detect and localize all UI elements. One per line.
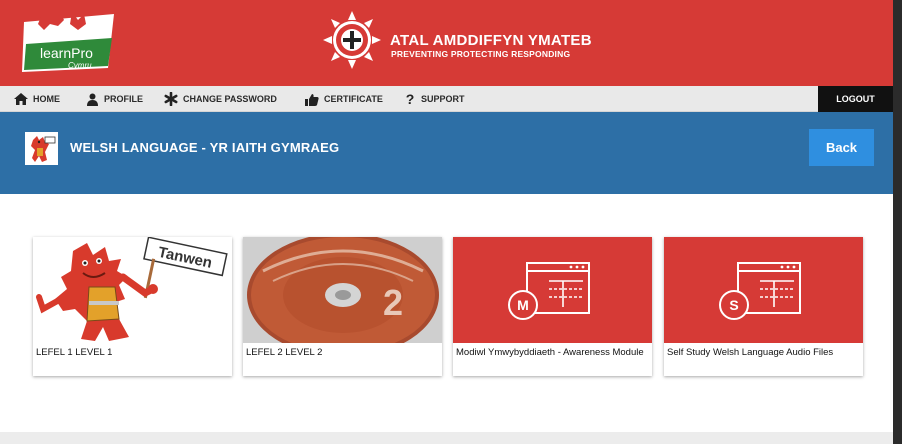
module-m-icon: M [508, 262, 590, 320]
nav-home[interactable]: HOME [14, 86, 60, 112]
svg-text:Cymru: Cymru [68, 61, 92, 70]
dragon-mascot-image: Tanwen [33, 237, 232, 343]
nav-certificate[interactable]: CERTIFICATE [305, 86, 383, 112]
page-title-band: WELSH LANGUAGE - YR IAITH GYMRAEG [0, 112, 893, 194]
question-icon: ? [405, 91, 415, 107]
course-card-level-1[interactable]: Tanwen LEFEL 1 LEVEL 1 [33, 237, 232, 376]
user-icon [87, 93, 98, 106]
nav-bar: HOME PROFILE CHANGE PASSWORD CERTIFICATE… [0, 86, 893, 112]
svg-text:S: S [729, 297, 738, 313]
nav-profile[interactable]: PROFILE [86, 86, 143, 112]
nav-change-password[interactable]: CHANGE PASSWORD [164, 86, 277, 112]
module-icon-tile: M [453, 237, 652, 343]
learnpro-cymru-logo[interactable]: learnPro Cymru [20, 8, 118, 74]
module-s-icon: S [719, 262, 801, 320]
certificate-icon [305, 93, 319, 106]
svg-text:learnPro: learnPro [40, 45, 93, 61]
svg-text:2: 2 [383, 282, 403, 323]
home-icon [14, 93, 28, 105]
page-title: WELSH LANGUAGE - YR IAITH GYMRAEG [70, 140, 340, 155]
app-frame: learnPro Cymru ATAL AMDDIFFYN YMATEB PRE… [0, 0, 893, 444]
module-icon-tile: S [664, 237, 863, 343]
course-card-level-2[interactable]: 2 LEFEL 2 LEVEL 2 [243, 237, 442, 376]
brand-subtitle: PREVENTING PROTECTING RESPONDING [391, 49, 571, 59]
nav-support-label: SUPPORT [421, 94, 465, 104]
footer-strip [0, 432, 893, 444]
course-card-awareness-module[interactable]: M Modiwl Ymwybyddiaeth - Awareness Modul… [453, 237, 652, 376]
card-label: LEFEL 2 LEVEL 2 [246, 347, 323, 358]
cd-disc-image: 2 [243, 237, 442, 343]
nav-change-password-label: CHANGE PASSWORD [183, 94, 277, 104]
card-label: Modiwl Ymwybyddiaeth - Awareness Module [456, 347, 644, 358]
nav-profile-label: PROFILE [104, 94, 144, 104]
course-card-self-study[interactable]: S Self Study Welsh Language Audio Files [664, 237, 863, 376]
nav-support[interactable]: ? SUPPORT [404, 86, 465, 112]
fire-service-crest-icon [322, 10, 382, 70]
top-header: learnPro Cymru ATAL AMDDIFFYN YMATEB PRE… [0, 0, 893, 86]
back-button[interactable]: Back [809, 129, 874, 166]
nav-certificate-label: CERTIFICATE [324, 94, 383, 104]
nav-home-label: HOME [33, 94, 60, 104]
card-label: Self Study Welsh Language Audio Files [667, 347, 834, 358]
svg-text:M: M [517, 297, 529, 313]
dragon-mascot-icon [25, 132, 58, 165]
card-label: LEFEL 1 LEVEL 1 [36, 347, 113, 358]
asterisk-icon [164, 92, 178, 106]
brand-title: ATAL AMDDIFFYN YMATEB [390, 32, 592, 49]
logout-button[interactable]: LOGOUT [818, 86, 893, 112]
